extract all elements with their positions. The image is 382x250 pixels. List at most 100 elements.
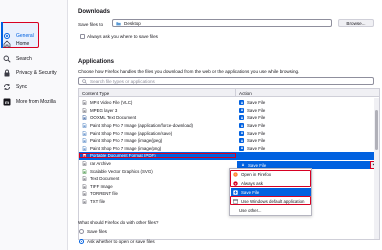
browse-button[interactable]: Browse... — [338, 19, 374, 27]
save-file-icon — [239, 145, 244, 151]
table-row[interactable]: OOXML Text Document Save File — [79, 114, 379, 122]
table-row[interactable]: MPEG layer 3 Save File — [79, 107, 379, 115]
always-ask-label: Always ask you where to save files — [87, 34, 158, 39]
save-files-radio-label: Save files — [87, 229, 107, 234]
action-select-value: Save File — [248, 162, 267, 168]
action-cell[interactable]: Save File — [236, 145, 379, 151]
table-scrollbar[interactable] — [374, 98, 379, 239]
mozilla-icon: m — [3, 98, 11, 106]
dropdown-item-use-other[interactable]: Use other... — [231, 206, 311, 214]
content-type-label: Paint Shop Pro 7 Image (image/jpeg) — [90, 138, 163, 144]
content-type-label: rar Archive — [90, 161, 111, 167]
content-type-label: Paint Shop Pro 7 Image (application/save… — [90, 130, 173, 136]
file-type-icon — [82, 183, 87, 189]
file-type-icon — [82, 168, 87, 174]
annotation-box-bottom — [230, 196, 311, 205]
content-type-label: TORRENT file — [90, 191, 118, 197]
search-icon — [82, 78, 87, 84]
content-type-header[interactable]: Content Type — [79, 89, 236, 97]
svg-text:m: m — [5, 99, 9, 104]
sidebar-item-search[interactable]: Search — [0, 53, 68, 64]
table-row[interactable]: Paint Shop Pro 7 Image (application/save… — [79, 129, 379, 137]
save-file-icon — [239, 107, 244, 113]
sidebar-item-label: More from Mozilla — [16, 98, 56, 105]
table-row[interactable]: Paint Shop Pro 7 Image (image/jpeg) Save … — [79, 137, 379, 145]
sidebar-item-label: Home — [16, 40, 30, 47]
sidebar-item-label: Search — [16, 55, 32, 62]
file-type-icon — [82, 161, 87, 167]
sidebar-item-home[interactable]: Home — [0, 38, 68, 49]
content-type-label: MP4 Video File (VLC) — [90, 100, 133, 106]
file-type-icon — [82, 176, 87, 182]
content-type-label: TXT file — [90, 199, 106, 205]
action-label: Save File — [247, 145, 266, 151]
search-placeholder: Search file types or applications — [90, 78, 155, 84]
save-files-to-label: Save files to — [78, 22, 104, 27]
content-type-label: Scalable Vector Graphics (SVG) — [90, 168, 153, 174]
file-type-icon — [82, 191, 87, 197]
action-label: Save File — [247, 107, 266, 113]
content-type-label: OOXML Text Document — [90, 115, 137, 121]
dropdown-item-label: Use other... — [239, 207, 262, 213]
table-row[interactable]: Portable Document Format (PDF) — [79, 152, 379, 160]
dropdown-item-label: Save File — [241, 189, 260, 195]
lock-icon — [3, 69, 11, 77]
content-type-cell: Text Document — [79, 176, 236, 181]
applications-table: Content Type Action MP4 Video File (VLC)… — [78, 88, 380, 240]
file-type-icon — [82, 138, 87, 144]
action-cell[interactable]: Save File — [236, 123, 379, 129]
table-row[interactable]: MP4 Video File (VLC) Save File — [79, 99, 379, 107]
downloads-heading: Downloads — [78, 9, 111, 15]
ask-radio[interactable] — [79, 239, 84, 244]
download-folder-value: Desktop — [124, 20, 141, 26]
sidebar-item-label: Privacy & Security — [16, 69, 57, 76]
dropdown-item-save-file[interactable]: Save File — [231, 188, 311, 196]
action-label: Save File — [247, 115, 266, 121]
search-icon — [3, 55, 11, 63]
content-type-cell: Scalable Vector Graphics (SVG) — [79, 169, 236, 174]
file-type-icon — [82, 107, 87, 113]
content-type-cell: OOXML Text Document — [79, 115, 236, 120]
save-file-icon — [239, 130, 244, 136]
action-label: Save File — [247, 123, 266, 129]
save-files-radio[interactable] — [79, 229, 84, 234]
applications-heading: Applications — [78, 59, 115, 65]
content-type-label: Portable Document Format (PDF) — [90, 153, 156, 159]
download-folder-field[interactable]: Desktop — [112, 19, 332, 27]
sync-icon — [3, 83, 11, 91]
scrollbar-thumb[interactable] — [375, 110, 378, 150]
action-label: Save File — [247, 130, 266, 136]
home-icon — [3, 39, 11, 48]
action-cell[interactable]: Save File — [236, 115, 379, 121]
main-content: Downloads Save files to Desktop Browse..… — [72, 0, 382, 250]
sidebar-item-mozilla[interactable]: m More from Mozilla — [0, 96, 68, 107]
always-ask-checkbox[interactable] — [80, 34, 85, 39]
search-file-types-input[interactable]: Search file types or applications — [78, 77, 374, 85]
action-cell[interactable]: Save File — [236, 130, 379, 136]
table-row[interactable]: Paint Shop Pro 7 Image (image/png) Save F… — [79, 145, 379, 153]
content-type-cell: TORRENT file — [79, 191, 236, 196]
action-cell[interactable]: Save File — [236, 107, 379, 113]
content-type-cell: Paint Shop Pro 7 Image (application/forc… — [79, 123, 236, 128]
action-header[interactable]: Action — [236, 89, 379, 97]
action-label: Save File — [247, 138, 266, 144]
sidebar-item-sync[interactable]: Sync — [0, 81, 68, 92]
content-type-cell: TXT file — [79, 199, 236, 204]
file-type-icon — [82, 115, 87, 121]
content-type-label: Paint Shop Pro 7 Image (application/forc… — [90, 123, 193, 129]
content-type-label: MPEG layer 3 — [90, 107, 118, 113]
table-row[interactable]: Paint Shop Pro 7 Image (application/forc… — [79, 122, 379, 130]
sidebar-item-privacy[interactable]: Privacy & Security — [0, 67, 68, 78]
sidebar: General Home Search Privacy & Security S… — [0, 0, 68, 250]
content-type-cell: rar Archive — [79, 161, 236, 166]
table-header: Content Type Action — [79, 89, 379, 97]
content-type-label: Paint Shop Pro 7 Image (image/png) — [90, 145, 162, 151]
action-cell[interactable]: Save File — [236, 138, 379, 144]
content-type-cell: MPEG layer 3 — [79, 108, 236, 113]
content-type-cell: Paint Shop Pro 7 Image (image/png) — [79, 146, 236, 151]
action-cell[interactable]: Save File — [236, 100, 379, 106]
file-type-icon — [82, 130, 87, 136]
applications-description: Choose how Firefox handles the files you… — [78, 69, 300, 74]
annotation-box-top — [230, 170, 311, 187]
content-type-label: TIFF Image — [90, 183, 113, 189]
